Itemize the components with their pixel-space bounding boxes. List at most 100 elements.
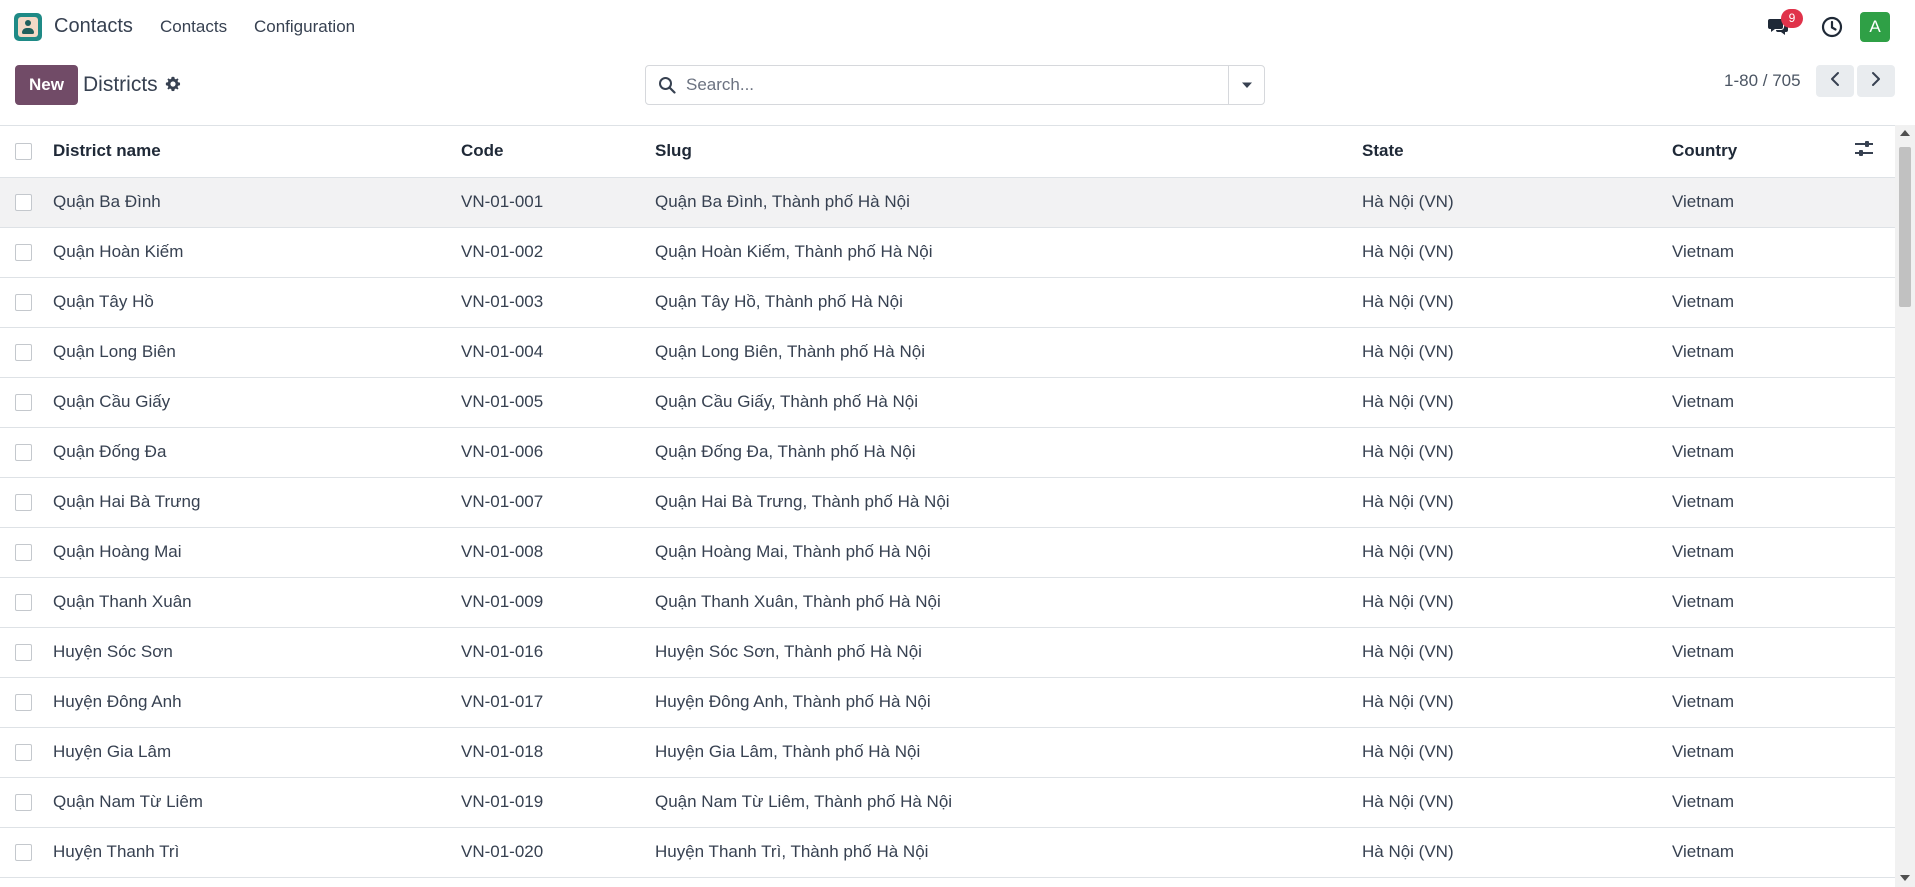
district-name-cell[interactable]: Quận Tây Hồ [46,277,461,328]
table-row[interactable]: Quận Long Biên VN-01-004 Quận Long Biên, T… [0,327,1895,378]
state-cell[interactable]: Hà Nội (VN) [1362,277,1672,328]
state-cell[interactable]: Hà Nội (VN) [1362,627,1672,678]
slug-cell[interactable]: Quận Thanh Xuân, Thành phố Hà Nội [655,577,1362,628]
slug-cell[interactable]: Quận Hai Bà Trưng, Thành phố Hà Nội [655,477,1362,528]
row-checkbox[interactable] [15,394,32,412]
row-checkbox[interactable] [15,294,32,312]
slug-cell[interactable]: Quận Cầu Giấy, Thành phố Hà Nội [655,377,1362,428]
country-cell[interactable]: Vietnam [1672,727,1854,778]
row-checkbox[interactable] [15,694,32,712]
slug-cell[interactable]: Quận Nam Từ Liêm, Thành phố Hà Nội [655,777,1362,828]
district-name-cell[interactable]: Huyện Thanh Trì [46,827,461,878]
country-cell[interactable]: Vietnam [1672,677,1854,728]
slug-cell[interactable]: Quận Đống Đa, Thành phố Hà Nội [655,427,1362,478]
code-cell[interactable]: VN-01-020 [461,827,655,878]
code-cell[interactable]: VN-01-002 [461,227,655,278]
slug-cell[interactable]: Huyện Thanh Trì, Thành phố Hà Nội [655,827,1362,878]
header-country[interactable]: Country [1672,126,1854,178]
table-row[interactable]: Huyện Thanh Trì VN-01-020 Huyện Thanh Trì,… [0,827,1895,878]
table-row[interactable]: Quận Hai Bà Trưng VN-01-007 Quận Hai Bà Tr… [0,477,1895,528]
row-checkbox[interactable] [15,794,32,812]
district-name-cell[interactable]: Quận Hoàn Kiếm [46,227,461,278]
state-cell[interactable]: Hà Nội (VN) [1362,227,1672,278]
table-row[interactable]: Quận Tây Hồ VN-01-003 Quận Tây Hồ, Thành p… [0,277,1895,328]
slug-cell[interactable]: Quận Hoàn Kiếm, Thành phố Hà Nội [655,227,1362,278]
header-state[interactable]: State [1362,126,1672,178]
country-cell[interactable]: Vietnam [1672,627,1854,678]
code-cell[interactable]: VN-01-004 [461,327,655,378]
search-input[interactable] [686,72,1206,98]
country-cell[interactable]: Vietnam [1672,377,1854,428]
select-all-checkbox[interactable] [15,143,32,161]
state-cell[interactable]: Hà Nội (VN) [1362,677,1672,728]
slug-cell[interactable]: Huyện Sóc Sơn, Thành phố Hà Nội [655,627,1362,678]
code-cell[interactable]: VN-01-007 [461,477,655,528]
code-cell[interactable]: VN-01-001 [461,177,655,228]
state-cell[interactable]: Hà Nội (VN) [1362,827,1672,878]
country-cell[interactable]: Vietnam [1672,527,1854,578]
state-cell[interactable]: Hà Nội (VN) [1362,777,1672,828]
pager-value[interactable]: 1-80 / 705 [1724,71,1801,91]
slug-cell[interactable]: Huyện Đông Anh, Thành phố Hà Nội [655,677,1362,728]
state-cell[interactable]: Hà Nội (VN) [1362,527,1672,578]
code-cell[interactable]: VN-01-017 [461,677,655,728]
row-checkbox[interactable] [15,344,32,362]
country-cell[interactable]: Vietnam [1672,277,1854,328]
menu-contacts[interactable]: Contacts [160,17,227,37]
row-checkbox[interactable] [15,494,32,512]
code-cell[interactable]: VN-01-005 [461,377,655,428]
district-name-cell[interactable]: Quận Long Biên [46,327,461,378]
table-row[interactable]: Quận Đống Đa VN-01-006 Quận Đống Đa, Thành… [0,427,1895,478]
table-row[interactable]: Quận Nam Từ Liêm VN-01-019 Quận Nam Từ Liê… [0,777,1895,828]
district-name-cell[interactable]: Huyện Sóc Sơn [46,627,461,678]
row-checkbox[interactable] [15,244,32,262]
district-name-cell[interactable]: Huyện Đông Anh [46,677,461,728]
pager-previous-button[interactable] [1816,65,1854,97]
state-cell[interactable]: Hà Nội (VN) [1362,727,1672,778]
district-name-cell[interactable]: Quận Ba Đình [46,177,461,228]
scroll-down-icon[interactable] [1900,875,1910,881]
slug-cell[interactable]: Quận Tây Hồ, Thành phố Hà Nội [655,277,1362,328]
scroll-up-icon[interactable] [1900,130,1910,136]
country-cell[interactable]: Vietnam [1672,777,1854,828]
row-checkbox[interactable] [15,844,32,862]
new-button[interactable]: New [15,65,78,105]
country-cell[interactable]: Vietnam [1672,227,1854,278]
header-code[interactable]: Code [461,126,655,178]
code-cell[interactable]: VN-01-016 [461,627,655,678]
country-cell[interactable]: Vietnam [1672,477,1854,528]
row-checkbox[interactable] [15,644,32,662]
user-avatar[interactable]: A [1860,12,1890,42]
table-row[interactable]: Huyện Đông Anh VN-01-017 Huyện Đông Anh, T… [0,677,1895,728]
header-district-name[interactable]: District name [46,126,461,178]
optional-columns-icon[interactable] [1854,140,1874,162]
pager-next-button[interactable] [1857,65,1895,97]
table-row[interactable]: Huyện Sóc Sơn VN-01-016 Huyện Sóc Sơn, Thà… [0,627,1895,678]
code-cell[interactable]: VN-01-003 [461,277,655,328]
table-row[interactable]: Quận Ba Đình VN-01-001 Quận Ba Đình, Thành… [0,177,1895,228]
row-checkbox[interactable] [15,444,32,462]
code-cell[interactable]: VN-01-008 [461,527,655,578]
slug-cell[interactable]: Quận Hoàng Mai, Thành phố Hà Nội [655,527,1362,578]
slug-cell[interactable]: Huyện Gia Lâm, Thành phố Hà Nội [655,727,1362,778]
row-checkbox[interactable] [15,594,32,612]
state-cell[interactable]: Hà Nội (VN) [1362,477,1672,528]
code-cell[interactable]: VN-01-018 [461,727,655,778]
gear-icon[interactable] [165,76,181,97]
state-cell[interactable]: Hà Nội (VN) [1362,427,1672,478]
code-cell[interactable]: VN-01-019 [461,777,655,828]
district-name-cell[interactable]: Huyện Gia Lâm [46,727,461,778]
state-cell[interactable]: Hà Nội (VN) [1362,577,1672,628]
country-cell[interactable]: Vietnam [1672,577,1854,628]
district-name-cell[interactable]: Quận Hai Bà Trưng [46,477,461,528]
table-row[interactable]: Quận Thanh Xuân VN-01-009 Quận Thanh Xuân,… [0,577,1895,628]
district-name-cell[interactable]: Quận Cầu Giấy [46,377,461,428]
row-checkbox[interactable] [15,744,32,762]
list-scrollbar[interactable] [1895,125,1915,887]
activity-clock-icon[interactable] [1818,13,1846,41]
table-row[interactable]: Huyện Gia Lâm VN-01-018 Huyện Gia Lâm, Thà… [0,727,1895,778]
country-cell[interactable]: Vietnam [1672,427,1854,478]
menu-configuration[interactable]: Configuration [254,17,355,37]
district-name-cell[interactable]: Quận Nam Từ Liêm [46,777,461,828]
state-cell[interactable]: Hà Nội (VN) [1362,327,1672,378]
